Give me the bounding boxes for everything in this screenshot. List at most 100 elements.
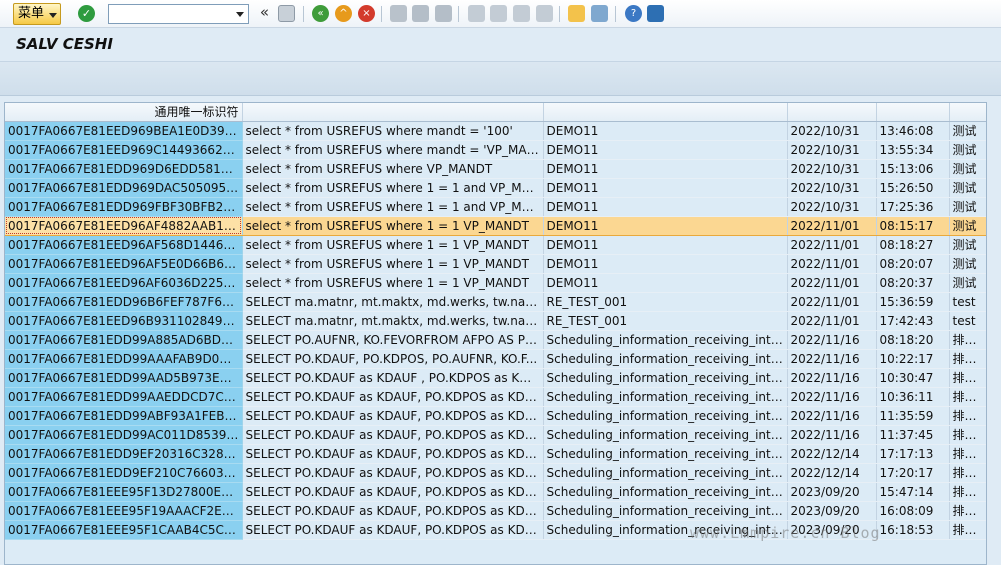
key-cell[interactable]: 0017FA0667E81EED96B931102849A5C8 bbox=[5, 311, 243, 331]
table-row[interactable]: 0017FA0667E81EED96B931102849A5C8 SELECT m… bbox=[5, 311, 986, 331]
table-cell[interactable]: 17:42:43 bbox=[876, 311, 950, 331]
table-cell[interactable]: 测试 bbox=[949, 121, 986, 141]
table-cell[interactable]: select * from USREFUS where 1 = 1 and VP… bbox=[242, 178, 544, 198]
table-cell[interactable]: Scheduling_information_receiving_interfa… bbox=[543, 425, 788, 445]
table-cell[interactable]: 排产信 bbox=[949, 482, 986, 502]
table-row[interactable]: 0017FA0667E81EED96AF4882AAB1EB7B select *… bbox=[5, 215, 986, 236]
table-cell[interactable]: 2022/10/31 bbox=[787, 140, 877, 160]
find-next-icon[interactable] bbox=[435, 5, 452, 22]
table-cell[interactable]: Scheduling_information_receiving_interfa… bbox=[543, 482, 788, 502]
table-cell[interactable]: 2022/11/16 bbox=[787, 387, 877, 407]
command-input[interactable] bbox=[109, 5, 229, 23]
last-page-icon[interactable] bbox=[536, 5, 553, 22]
table-row[interactable]: 0017FA0667E81EDD969DAC505095A648 select *… bbox=[5, 178, 986, 198]
table-cell[interactable]: DEMO11 bbox=[543, 273, 788, 293]
key-cell[interactable]: 0017FA0667E81EED969BEA1E0D39FB4E bbox=[5, 121, 243, 141]
table-cell[interactable]: 15:13:06 bbox=[876, 159, 950, 179]
key-cell[interactable]: 0017FA0667E81EDD96B6FEF787F6F8B0 bbox=[5, 292, 243, 312]
key-cell[interactable]: 0017FA0667E81EED96AF5E0D66B62BF8 bbox=[5, 254, 243, 274]
table-cell[interactable]: 2022/11/16 bbox=[787, 349, 877, 369]
table-cell[interactable]: select * from USREFUS where mandt = '100… bbox=[242, 121, 544, 141]
back-icon[interactable]: « bbox=[312, 5, 329, 22]
table-cell[interactable]: SELECT PO.KDAUF as KDAUF, PO.KDPOS as KD… bbox=[242, 406, 544, 426]
key-cell[interactable]: 0017FA0667E81EDD99A885AD6BD96523 bbox=[5, 330, 243, 350]
table-row[interactable]: 0017FA0667E81EDD99AAAFAB9D0A93B3 SELECT P… bbox=[5, 349, 986, 369]
table-cell[interactable]: SELECT PO.KDAUF as KDAUF, PO.KDPOS as KD… bbox=[242, 444, 544, 464]
table-cell[interactable]: 08:18:20 bbox=[876, 330, 950, 350]
table-cell[interactable]: test bbox=[949, 311, 986, 331]
table-cell[interactable]: 15:26:50 bbox=[876, 178, 950, 198]
table-cell[interactable]: 排产信 bbox=[949, 520, 986, 540]
key-cell[interactable]: 0017FA0667E81EEE95F19AAACF2ED635 bbox=[5, 501, 243, 521]
table-cell[interactable]: 17:25:36 bbox=[876, 197, 950, 217]
table-cell[interactable]: 测试 bbox=[949, 140, 986, 160]
table-row[interactable]: 0017FA0667E81EDD99AAEDDCD7CE755B SELECT P… bbox=[5, 387, 986, 407]
key-cell[interactable]: 0017FA0667E81EED96AF568D14466BD5 bbox=[5, 235, 243, 255]
table-cell[interactable]: Scheduling_information_receiving_interfa… bbox=[543, 368, 788, 388]
key-cell[interactable]: 0017FA0667E81EDD969DAC505095A648 bbox=[5, 178, 243, 198]
table-cell[interactable]: 2022/11/01 bbox=[787, 311, 877, 331]
key-cell[interactable]: 0017FA0667E81EEE95F13D27800EADD2 bbox=[5, 482, 243, 502]
table-cell[interactable]: Scheduling_information_receiving_interfa… bbox=[543, 349, 788, 369]
table-cell[interactable]: 2022/11/16 bbox=[787, 425, 877, 445]
table-cell[interactable]: 2022/11/01 bbox=[787, 215, 877, 236]
table-cell[interactable]: 16:08:09 bbox=[876, 501, 950, 521]
table-row[interactable]: 0017FA0667E81EED969BEA1E0D39FB4E select *… bbox=[5, 121, 986, 141]
table-cell[interactable]: DEMO11 bbox=[543, 159, 788, 179]
table-cell[interactable]: SELECT PO.KDAUF as KDAUF , PO.KDPOS as K… bbox=[242, 368, 544, 388]
table-row[interactable]: 0017FA0667E81EED96AF6036D2258BFB select *… bbox=[5, 273, 986, 293]
table-row[interactable]: 0017FA0667E81EED96AF568D14466BD5 select *… bbox=[5, 235, 986, 255]
table-row[interactable]: 0017FA0667E81EDD969FBF30BFB272B0 select *… bbox=[5, 197, 986, 217]
table-cell[interactable]: 08:20:37 bbox=[876, 273, 950, 293]
table-cell[interactable]: Scheduling_information_receiving_interfa… bbox=[543, 444, 788, 464]
table-cell[interactable]: 2022/10/31 bbox=[787, 121, 877, 141]
key-cell[interactable]: 0017FA0667E81EDD9EF210C766032E3F bbox=[5, 463, 243, 483]
key-cell[interactable]: 0017FA0667E81EED96AF6036D2258BFB bbox=[5, 273, 243, 293]
table-cell[interactable]: DEMO11 bbox=[543, 235, 788, 255]
cancel-icon[interactable]: × bbox=[358, 5, 375, 22]
table-cell[interactable]: 10:22:17 bbox=[876, 349, 950, 369]
table-cell[interactable]: 08:18:27 bbox=[876, 235, 950, 255]
key-cell[interactable]: 0017FA0667E81EDD969FBF30BFB272B0 bbox=[5, 197, 243, 217]
key-cell[interactable]: 0017FA0667E81EDD99AC011D85393BE4 bbox=[5, 425, 243, 445]
table-row[interactable]: 0017FA0667E81EDD969D6EDD581064D0 select *… bbox=[5, 159, 986, 179]
table-cell[interactable]: 10:30:47 bbox=[876, 368, 950, 388]
table-cell[interactable]: 2022/10/31 bbox=[787, 178, 877, 198]
table-cell[interactable]: SELECT PO.KDAUF as KDAUF, PO.KDPOS as KD… bbox=[242, 501, 544, 521]
table-cell[interactable]: 排产信 bbox=[949, 425, 986, 445]
column-header[interactable] bbox=[876, 103, 950, 122]
table-cell[interactable]: 测试 bbox=[949, 273, 986, 293]
table-row[interactable]: 0017FA0667E81EED96AF5E0D66B62BF8 select *… bbox=[5, 254, 986, 274]
table-cell[interactable]: 2022/11/01 bbox=[787, 292, 877, 312]
table-cell[interactable]: 测试 bbox=[949, 178, 986, 198]
key-cell[interactable]: 0017FA0667E81EDD99ABF93A1FEBBBC0 bbox=[5, 406, 243, 426]
table-row[interactable]: 0017FA0667E81EEE95F19AAACF2ED635 SELECT P… bbox=[5, 501, 986, 521]
check-icon[interactable]: ✓ bbox=[78, 5, 95, 22]
table-cell[interactable]: Scheduling_information_receiving_interfa… bbox=[543, 463, 788, 483]
column-header[interactable] bbox=[242, 103, 544, 122]
table-cell[interactable]: DEMO11 bbox=[543, 121, 788, 141]
table-cell[interactable]: SELECT PO.KDAUF as KDAUF, PO.KDPOS as KD… bbox=[242, 387, 544, 407]
table-cell[interactable]: DEMO11 bbox=[543, 197, 788, 217]
table-cell[interactable]: 2023/09/20 bbox=[787, 501, 877, 521]
table-cell[interactable]: Scheduling_information_receiving_interfa… bbox=[543, 501, 788, 521]
table-cell[interactable]: select * from USREFUS where 1 = 1 VP_MAN… bbox=[242, 215, 544, 236]
table-cell[interactable]: DEMO11 bbox=[543, 254, 788, 274]
table-cell[interactable]: SELECT PO.KDAUF, PO.KDPOS, PO.AUFNR, KO.… bbox=[242, 349, 544, 369]
shortcut-icon[interactable] bbox=[591, 5, 608, 22]
table-cell[interactable]: SELECT ma.matnr, mt.maktx, md.werks, tw.… bbox=[242, 292, 544, 312]
table-cell[interactable]: 2022/10/31 bbox=[787, 159, 877, 179]
find-icon[interactable] bbox=[412, 5, 429, 22]
table-cell[interactable]: select * from USREFUS where 1 = 1 VP_MAN… bbox=[242, 254, 544, 274]
table-cell[interactable]: 08:15:17 bbox=[876, 215, 950, 236]
column-header[interactable] bbox=[787, 103, 877, 122]
table-cell[interactable]: 10:36:11 bbox=[876, 387, 950, 407]
table-cell[interactable]: 08:20:07 bbox=[876, 254, 950, 274]
table-cell[interactable]: Scheduling_information_receiving_interfa… bbox=[543, 387, 788, 407]
table-cell[interactable]: select * from USREFUS where 1 = 1 VP_MAN… bbox=[242, 235, 544, 255]
table-cell[interactable]: SELECT PO.KDAUF as KDAUF, PO.KDPOS as KD… bbox=[242, 463, 544, 483]
table-cell[interactable]: 排产信 bbox=[949, 349, 986, 369]
menu-button[interactable]: 菜单 bbox=[13, 3, 61, 25]
table-cell[interactable]: 2022/12/14 bbox=[787, 444, 877, 464]
table-cell[interactable]: 测试 bbox=[949, 235, 986, 255]
